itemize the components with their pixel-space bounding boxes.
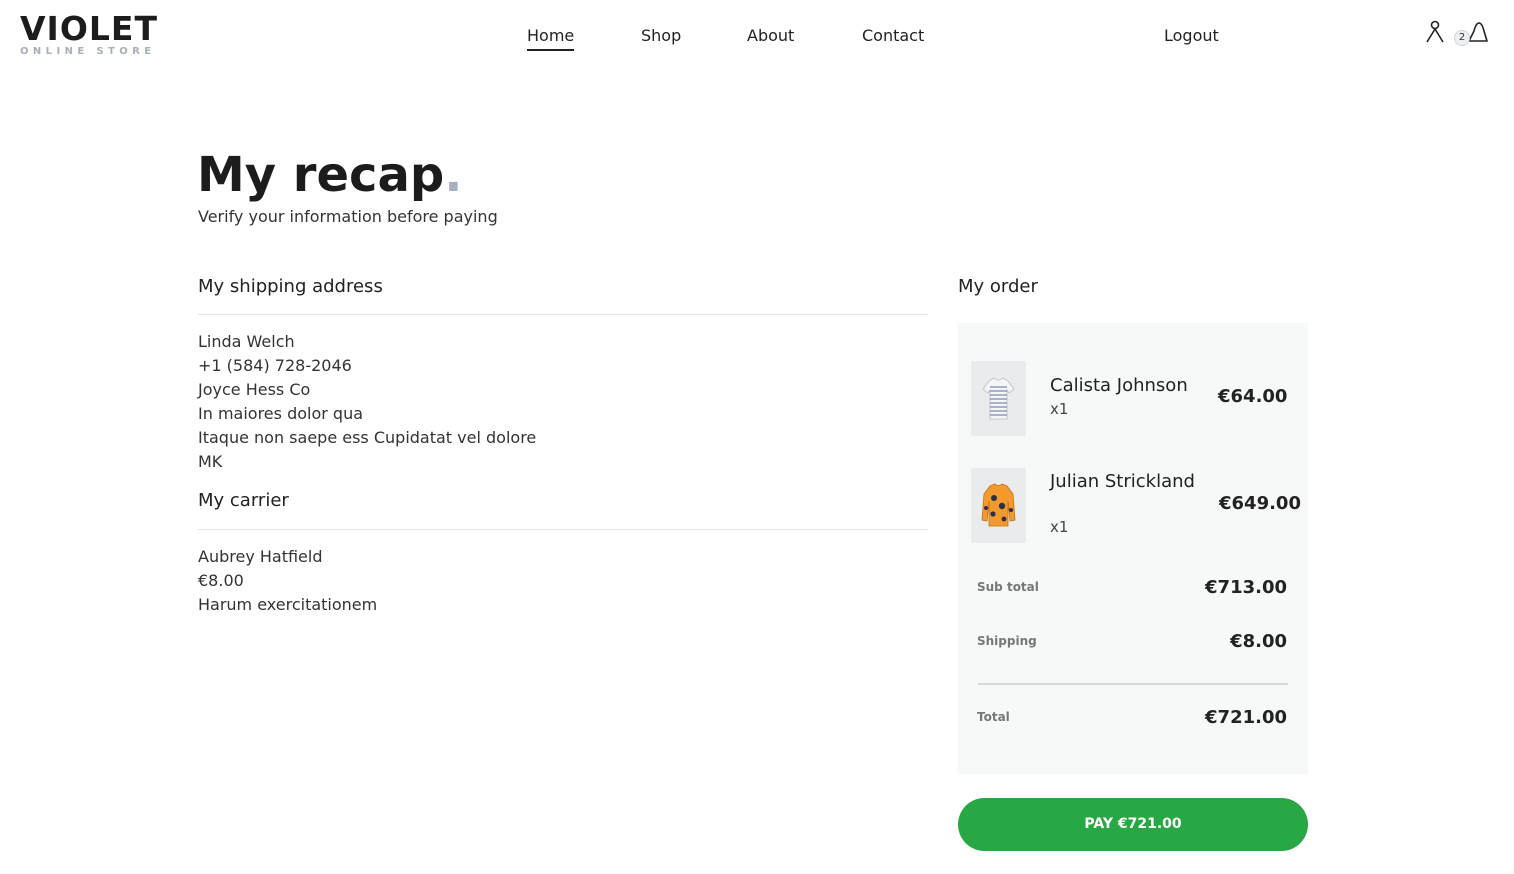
site-header: VIOLET ONLINE STORE Home Shop About Cont… (0, 0, 1514, 72)
divider (198, 314, 928, 315)
order-heading: My order (958, 276, 1038, 297)
shipping-street: In maiores dolor qua (198, 404, 364, 423)
shipping-address-heading: My shipping address (198, 276, 383, 297)
page-title-text: My recap (197, 147, 445, 203)
order-item-price: €649.00 (1219, 493, 1301, 514)
cart-count-badge: 2 (1454, 30, 1470, 46)
carrier-price: €8.00 (198, 571, 244, 590)
order-item-qty: x1 (1050, 400, 1069, 418)
order-item-qty: x1 (1050, 518, 1069, 536)
brand-tagline: ONLINE STORE (20, 46, 156, 57)
subtotal-label: Sub total (977, 580, 1039, 594)
total-value: €721.00 (1205, 707, 1287, 728)
page-subtitle: Verify your information before paying (198, 207, 498, 226)
shipping-cost-label: Shipping (977, 634, 1037, 648)
divider (198, 529, 928, 530)
divider (978, 683, 1288, 685)
order-item-name: Julian Strickland (1050, 471, 1195, 492)
striped-tshirt-thumbnail[interactable] (971, 361, 1026, 436)
carrier-heading: My carrier (198, 490, 289, 511)
page-title: My recap. (197, 146, 462, 204)
subtotal-value: €713.00 (1205, 577, 1287, 598)
nav-item-home[interactable]: Home (527, 26, 575, 51)
nav-item-contact[interactable]: Contact (862, 26, 924, 46)
nav-item-about[interactable]: About (747, 26, 794, 46)
shipping-name: Linda Welch (198, 332, 295, 351)
user-icon[interactable] (1424, 20, 1446, 44)
pay-button[interactable]: PAY €721.00 (958, 798, 1308, 851)
shipping-cost-value: €8.00 (1230, 631, 1287, 652)
shipping-city: Itaque non saepe ess Cupidatat vel dolor… (198, 428, 537, 447)
shipping-company: Joyce Hess Co (198, 380, 311, 399)
brand-name: VIOLET (20, 9, 158, 48)
order-item-price: €64.00 (1218, 386, 1288, 407)
carrier-name: Aubrey Hatfield (198, 547, 323, 566)
logout-link[interactable]: Logout (1164, 26, 1219, 46)
orange-sweater-thumbnail[interactable] (971, 468, 1026, 543)
shipping-phone: +1 (584) 728-2046 (198, 356, 352, 375)
brand-logo[interactable]: VIOLET ONLINE STORE (20, 12, 158, 58)
nav-item-shop[interactable]: Shop (641, 26, 681, 46)
title-dot: . (444, 147, 463, 203)
order-summary-panel: Calista Johnson x1 €64.00 Julian Strickl… (958, 323, 1308, 774)
carrier-description: Harum exercitationem (198, 595, 378, 614)
order-item-name: Calista Johnson (1050, 375, 1188, 396)
total-label: Total (977, 710, 1010, 724)
shipping-country: MK (198, 452, 223, 471)
